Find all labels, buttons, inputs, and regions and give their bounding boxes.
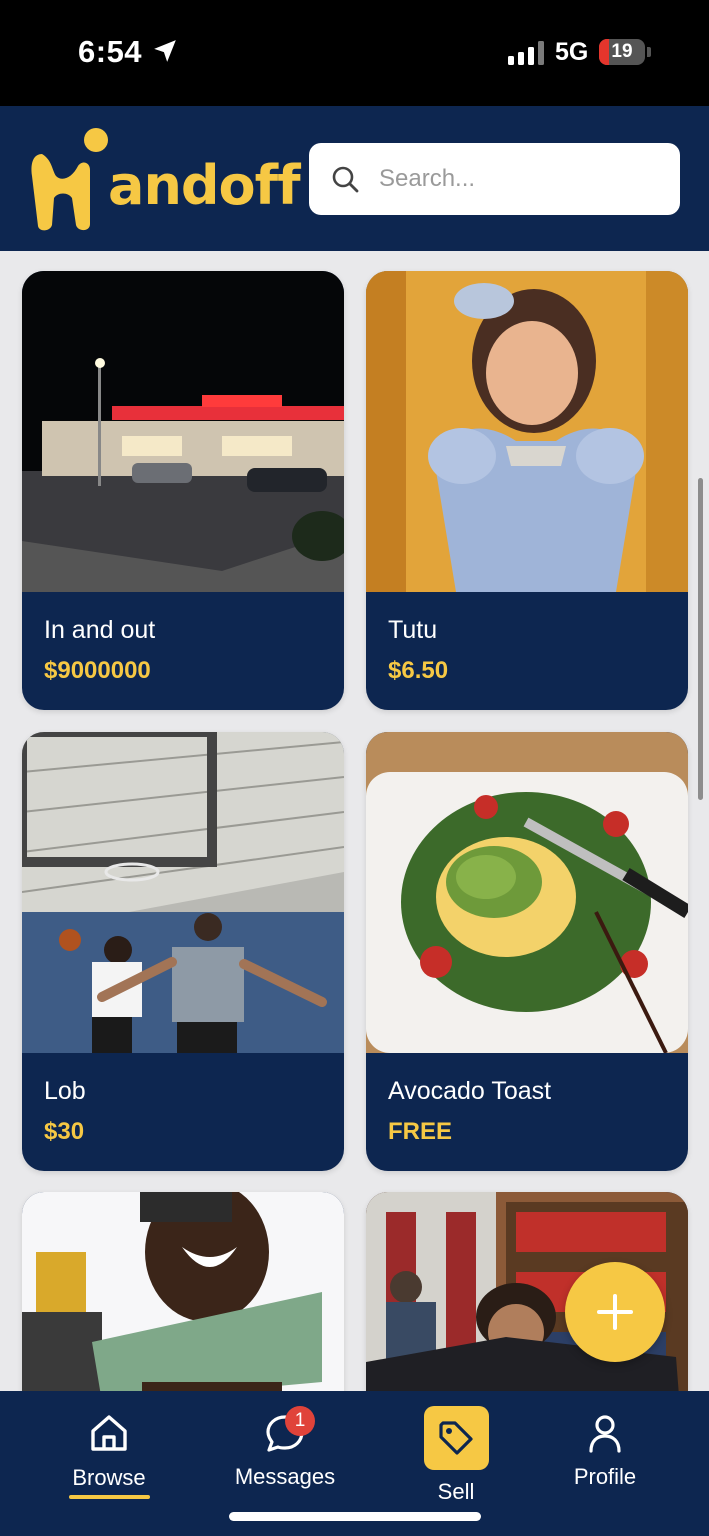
tab-label-sell[interactable]: Sell xyxy=(416,1478,496,1508)
listing-photo xyxy=(22,1192,344,1391)
person-icon xyxy=(589,1415,621,1453)
listing-title: Avocado Toast xyxy=(388,1077,552,1105)
handoff-logo[interactable]: andoff xyxy=(28,126,301,232)
tab-label-messages: Messages xyxy=(234,1464,336,1489)
tab-label-sell-text: Sell xyxy=(437,1479,475,1504)
scrollbar[interactable] xyxy=(698,478,703,800)
logo-mark-icon xyxy=(31,128,108,231)
listing-price: $9000000 xyxy=(44,657,151,684)
listing-photo xyxy=(22,732,344,1053)
search-bar[interactable] xyxy=(309,143,680,215)
listing-title: In and out xyxy=(44,616,156,644)
listing-photo xyxy=(366,271,688,592)
network-type: 5G xyxy=(555,38,589,66)
search-icon xyxy=(332,166,359,193)
listing-card[interactable]: Tutu $6.50 xyxy=(366,271,688,710)
battery-icon: 19 xyxy=(599,39,645,65)
add-listing-button[interactable] xyxy=(565,1262,665,1362)
tab-label-profile: Profile xyxy=(573,1464,637,1489)
status-bar: 6:54 5G 19 xyxy=(0,0,709,106)
home-indicator[interactable] xyxy=(229,1512,481,1521)
listing-card[interactable] xyxy=(22,1192,344,1391)
listing-photo xyxy=(22,271,344,592)
listing-price: $6.50 xyxy=(388,657,449,684)
listing-photo xyxy=(366,732,688,1053)
listing-price: $30 xyxy=(44,1118,85,1145)
battery-level: 19 xyxy=(611,41,633,62)
listing-title: Tutu xyxy=(388,616,438,644)
home-icon xyxy=(91,1415,127,1451)
tab-label-browse: Browse xyxy=(72,1465,146,1490)
listing-price: FREE xyxy=(388,1118,453,1145)
listing-card[interactable]: In and out $9000000 xyxy=(22,271,344,710)
tab-browse[interactable]: Browse xyxy=(58,1391,160,1511)
listing-feed[interactable]: In and out $9000000 Tutu $6.50 Lob $30 A… xyxy=(0,251,709,1391)
price-tag-icon xyxy=(439,1421,473,1455)
brand-name: andoff xyxy=(108,154,301,217)
status-time: 6:54 xyxy=(78,34,143,69)
plus-icon xyxy=(597,1294,633,1330)
battery-nub xyxy=(647,47,651,57)
messages-unread-badge: 1 xyxy=(285,1406,315,1436)
signal-strength-icon xyxy=(508,41,544,65)
location-arrow-icon xyxy=(154,40,176,62)
tab-profile[interactable]: Profile xyxy=(560,1391,650,1511)
tab-messages[interactable]: Messages xyxy=(225,1391,345,1511)
tab-sell[interactable] xyxy=(424,1406,489,1470)
search-input[interactable] xyxy=(379,153,659,205)
listing-card[interactable]: Avocado Toast FREE xyxy=(366,732,688,1171)
listing-card[interactable]: Lob $30 xyxy=(22,732,344,1171)
listing-title: Lob xyxy=(44,1077,86,1105)
active-tab-indicator xyxy=(69,1495,150,1499)
